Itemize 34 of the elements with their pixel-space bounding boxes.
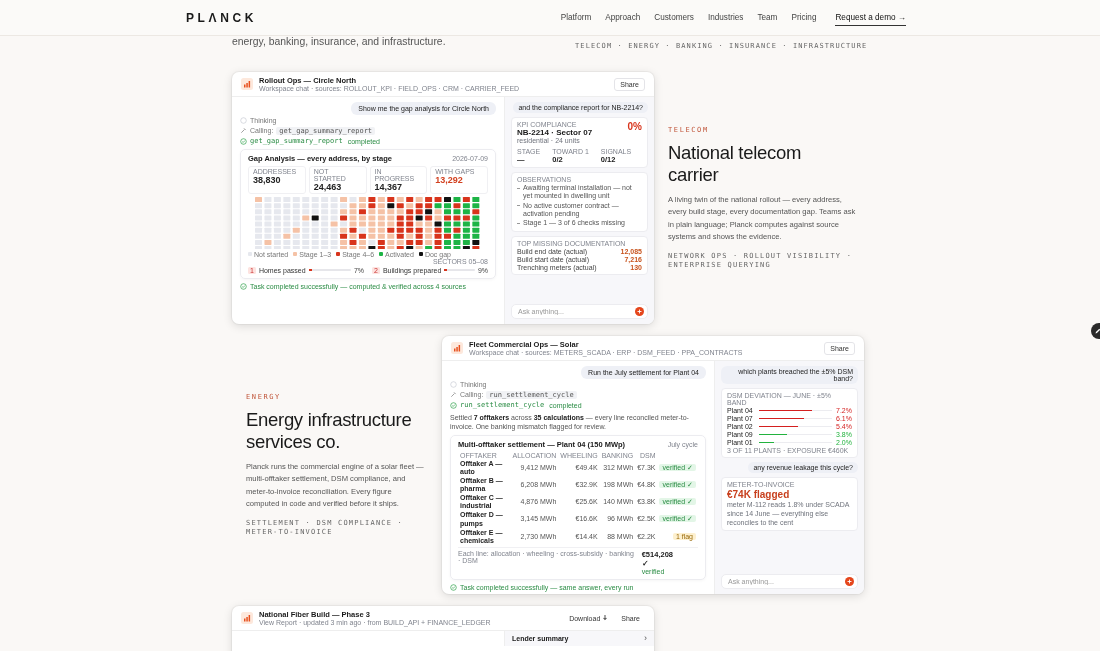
section-heading: Energy infrastructure services co. [246,409,413,453]
tool-icon [450,391,457,399]
tool-icon [240,127,247,135]
nav-link[interactable]: Team [757,13,778,22]
intro-text: energy, banking, insurance, and infrastructure. [232,36,446,47]
send-icon[interactable] [635,307,644,316]
stat-value: 14,367 [374,181,404,192]
check-circle-icon [450,584,457,592]
check-circle-icon [450,401,457,409]
stat-value: 38,830 [253,174,282,185]
stat-value: 24,463 [313,181,343,192]
circle-icon [450,380,457,388]
logo[interactable]: PLΛNCK [186,10,257,25]
bar-chart-icon [241,78,253,90]
check-circle-icon [240,137,247,145]
request-demo-link[interactable]: Request a demo → [835,9,906,26]
stat-value: 13,292 [435,174,464,185]
nav-link[interactable]: Approach [605,13,641,22]
nav-link[interactable]: Customers [654,13,694,22]
pen-icon [1094,327,1100,335]
send-icon[interactable] [845,577,854,586]
nav-link[interactable]: Pricing [791,13,817,22]
section-heading: National telecom carrier [668,142,802,186]
download-icon [602,615,609,621]
flagged-amount: €74K flagged [727,489,791,500]
circle-icon [240,116,247,124]
nav-link[interactable]: Industries [707,13,744,22]
kpi-title: NB-2214 · Sector 07 [517,128,593,137]
chevron-icon[interactable]: › [644,634,647,643]
nav-link[interactable]: Platform [560,13,592,22]
check-circle-icon [240,282,247,290]
bar-chart-icon [241,612,253,624]
bar-chart-icon [451,342,463,354]
kpi-value: 0% [627,121,642,134]
